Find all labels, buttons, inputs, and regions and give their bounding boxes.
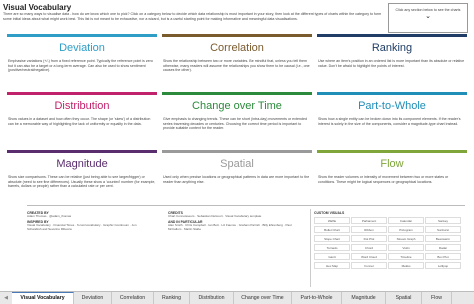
category-description: Use where an item's position in an order… [318,59,465,68]
category-accent-bar [7,150,157,153]
scroll-left-icon[interactable]: ◀ [1,292,11,304]
custom-visual-item[interactable]: Radar [425,244,461,251]
custom-visual-item[interactable]: Slope Chart [314,235,350,242]
category-accent-bar [317,34,467,37]
category-description: Emphasise variations (+/-) from a fixed … [8,59,153,72]
thanks-column: CREDITS Chart Connoisseurs · Sebastian D… [168,209,301,232]
custom-visual-item[interactable]: Calendar [388,217,424,224]
tab-deviation[interactable]: Deviation [74,292,112,304]
chevron-down-icon: ⌄ [425,13,431,21]
custom-visual-item[interactable]: Chord [351,244,387,251]
help-box[interactable]: Click any section below to see the chart… [388,3,468,33]
custom-visuals-heading: CUSTOM VISUALS [314,210,345,215]
custom-visual-item[interactable]: Box Plot [425,253,461,260]
category-card-magnitude[interactable]: Magnitude Show size comparisons. These c… [7,150,157,204]
custom-visual-item[interactable]: Mekko [388,262,424,269]
custom-visual-item[interactable]: Sankey [425,217,461,224]
created-by-text: Adam Thomas · @adam_thomas [27,213,72,218]
custom-visual-item[interactable]: Tornado [314,244,350,251]
thanks-text: Alan Smith · Chris Campbell · Ian Bott ·… [168,222,292,231]
tab-magnitude[interactable]: Magnitude [342,292,386,304]
custom-visual-item[interactable]: Stream Graph [388,235,424,242]
category-title: Magnitude [56,158,108,170]
inspired-by-text: Visual Vocabulary · Financial Times · ft… [27,222,137,231]
category-title: Change over Time [192,100,282,112]
category-title: Part-to-Whole [358,100,426,112]
category-card-spatial[interactable]: Spatial Used only when precise locations… [162,150,312,204]
tab-flow[interactable]: Flow [422,292,452,304]
custom-visual-item[interactable]: Bullet Chart [314,226,350,233]
category-accent-bar [7,34,157,37]
custom-visual-item[interactable]: Beeswarm [425,235,461,242]
category-card-ranking[interactable]: Ranking Use where an item's position in … [317,34,467,88]
tab-change-over-time[interactable]: Change over Time [234,292,292,304]
credits-text: Chart Connoisseurs · Sebastian Delcourt … [168,213,262,218]
custom-visual-item[interactable]: Hex Map [314,262,350,269]
category-accent-bar [162,92,312,95]
custom-visual-item[interactable]: Gantt [314,253,350,260]
category-description: Show how a single entity can be broken d… [318,117,461,126]
category-title: Ranking [371,42,413,54]
page-title: Visual Vocabulary [3,3,72,12]
category-description: Show the relationship between two or mor… [163,59,310,72]
custom-visual-item[interactable]: Pictogram [388,226,424,233]
category-accent-bar [7,92,157,95]
category-accent-bar [317,150,467,153]
intro-text: There are so many ways to visualise data… [3,12,382,21]
category-card-part-to-whole[interactable]: Part-to-Whole Show how a single entity c… [317,92,467,146]
category-description: Give emphasis to changing trends. These … [163,117,307,130]
custom-visual-item[interactable]: Waffle [314,217,350,224]
custom-visual-item[interactable]: Funnel [351,262,387,269]
custom-visual-item[interactable]: Violin [388,244,424,251]
custom-visual-item[interactable]: Word Cloud [351,253,387,260]
tab-distribution[interactable]: Distribution [190,292,234,304]
category-description: Show size comparisons. These can be rela… [8,175,156,188]
category-card-change-over-time[interactable]: Change over Time Give emphasis to changi… [162,92,312,146]
custom-visual-item[interactable]: Sunburst [425,226,461,233]
custom-visual-item[interactable]: Ribbon [351,226,387,233]
custom-visual-item[interactable]: Parliament [351,217,387,224]
tab-correlation[interactable]: Correlation [112,292,154,304]
category-card-deviation[interactable]: Deviation Emphasise variations (+/-) fro… [7,34,157,88]
category-card-correlation[interactable]: Correlation Show the relationship betwee… [162,34,312,88]
category-accent-bar [317,92,467,95]
custom-visual-item[interactable]: Dot Plot [351,235,387,242]
tab-visual-vocabulary[interactable]: Visual Vocabulary [12,292,74,304]
category-description: Show the reader volumes or intensity of … [318,175,449,184]
category-title: Spatial [220,158,254,170]
footer-info: CREATED BY Adam Thomas · @adam_thomas IN… [27,205,465,287]
category-title: Deviation [59,42,105,54]
category-accent-bar [162,34,312,37]
category-description: Show values in a dataset and how often t… [8,117,151,126]
category-card-distribution[interactable]: Distribution Show values in a dataset an… [7,92,157,146]
category-description: Used only when precise locations or geog… [163,175,310,184]
report-page: Visual Vocabulary There are so many ways… [0,0,474,291]
custom-visual-item[interactable]: Timeline [388,253,424,260]
custom-visual-item[interactable]: Lollipop [425,262,461,269]
tab-part-to-whole[interactable]: Part-to-Whole [292,292,342,304]
custom-visuals-panel: CUSTOM VISUALS Waffle Parliament Calendar S… [310,209,465,287]
category-accent-bar [162,150,312,153]
category-title: Flow [380,158,404,170]
credits-column: CREATED BY Adam Thomas · @adam_thomas IN… [27,209,145,232]
tab-ranking[interactable]: Ranking [154,292,190,304]
category-title: Distribution [54,100,110,112]
category-title: Correlation [210,42,264,54]
page-tab-bar: ◀ Visual Vocabulary Deviation Correlation R… [0,291,474,304]
category-card-flow[interactable]: Flow Show the reader volumes or intensit… [317,150,467,204]
tab-spatial[interactable]: Spatial [386,292,422,304]
